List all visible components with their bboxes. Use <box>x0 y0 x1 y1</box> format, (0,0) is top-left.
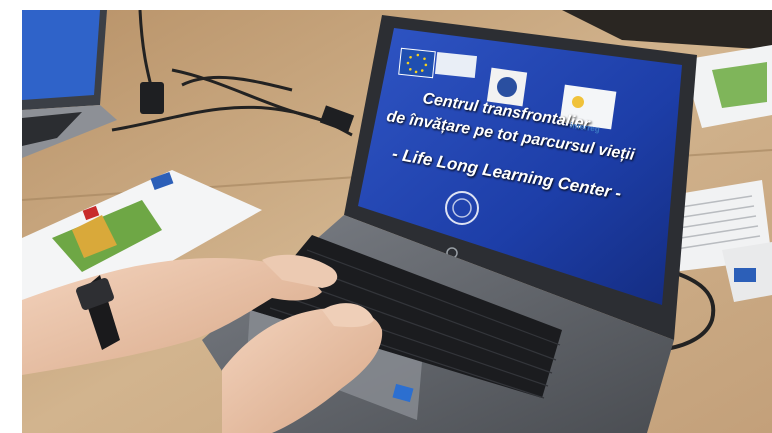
eu-flag-icon <box>398 47 436 79</box>
eu-caption-box <box>434 51 478 79</box>
power-adapter <box>140 82 164 114</box>
photo-frame: Centrul transfrontalier de învățare pe t… <box>22 10 772 433</box>
photo-scene <box>22 10 772 433</box>
